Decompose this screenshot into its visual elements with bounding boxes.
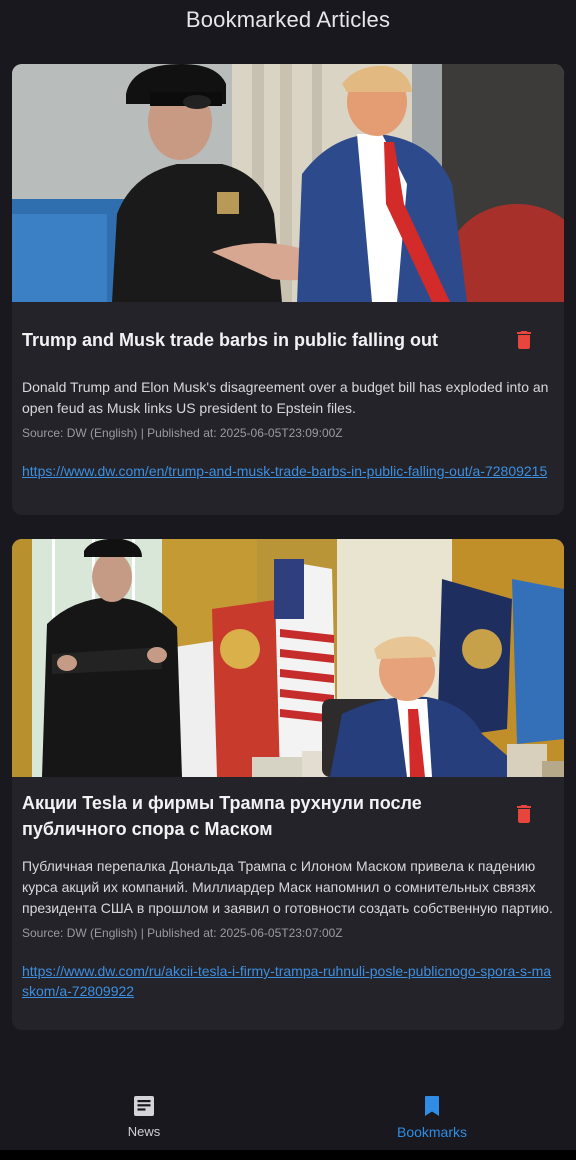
article-meta: Source: DW (English) | Published at: 202… — [22, 426, 343, 440]
newspaper-icon — [134, 1096, 154, 1116]
article-header-row: Trump and Musk trade barbs in public fal… — [22, 302, 554, 353]
nav-item-news[interactable]: News — [74, 1082, 214, 1150]
article-title[interactable]: Акции Tesla и фирмы Трампа рухнули после… — [22, 790, 492, 842]
app-bar: Bookmarked Articles — [0, 0, 576, 40]
article-image[interactable] — [12, 64, 564, 302]
delete-icon[interactable] — [512, 802, 536, 826]
article-photo — [12, 64, 564, 302]
bottom-navigation: News Bookmarks — [0, 1082, 576, 1150]
article-image[interactable] — [12, 539, 564, 777]
article-card[interactable]: Акции Tesla и фирмы Трампа рухнули после… — [12, 539, 564, 1030]
article-photo — [12, 539, 564, 777]
article-link[interactable]: https://www.dw.com/ru/akcii-tesla-i-firm… — [22, 961, 554, 1001]
nav-label-bookmarks: Bookmarks — [396, 1124, 468, 1140]
article-header-row: Акции Tesla и фирмы Трампа рухнули после… — [22, 777, 554, 842]
article-body: Акции Tesla и фирмы Трампа рухнули после… — [12, 777, 564, 1001]
system-navigation-bar — [0, 1150, 576, 1160]
bookmark-icon — [425, 1096, 439, 1116]
delete-icon[interactable] — [512, 328, 536, 352]
article-title[interactable]: Trump and Musk trade barbs in public fal… — [22, 327, 492, 353]
article-meta: Source: DW (English) | Published at: 202… — [22, 926, 343, 940]
article-description: Donald Trump and Elon Musk's disagreemen… — [22, 379, 549, 416]
article-link[interactable]: https://www.dw.com/en/trump-and-musk-tra… — [22, 461, 554, 481]
article-body: Trump and Musk trade barbs in public fal… — [12, 302, 564, 481]
page-title: Bookmarked Articles — [185, 7, 391, 32]
nav-item-bookmarks[interactable]: Bookmarks — [362, 1082, 502, 1150]
article-card[interactable]: Trump and Musk trade barbs in public fal… — [12, 64, 564, 515]
nav-label-news: News — [127, 1124, 161, 1139]
article-description: Публичная перепалка Дональда Трампа с Ил… — [22, 858, 553, 916]
app-screen: Bookmarked Articles Trump and Musk trade… — [0, 0, 576, 1160]
